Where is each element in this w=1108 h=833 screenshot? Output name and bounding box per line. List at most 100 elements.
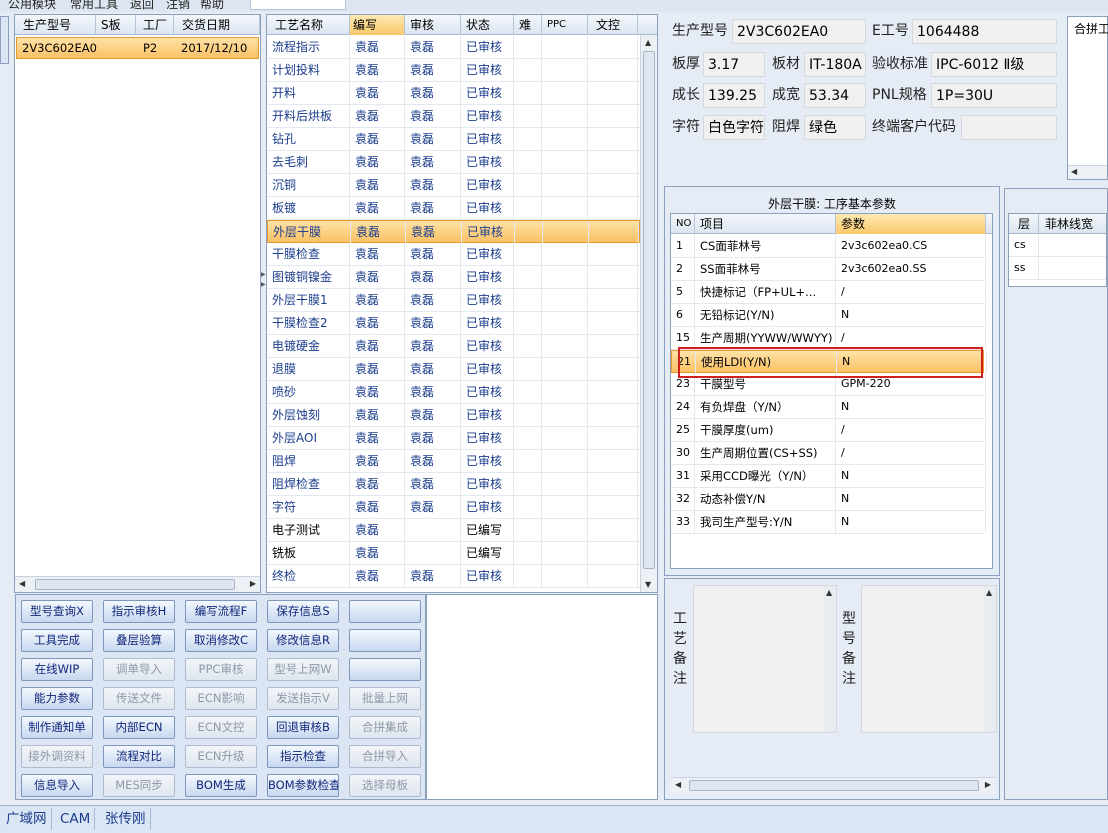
button-6-1[interactable]: MES同步 bbox=[103, 774, 175, 797]
button-0-1[interactable]: 指示审核H bbox=[103, 600, 175, 623]
button-1-1[interactable]: 叠层验算 bbox=[103, 629, 175, 652]
button-5-0[interactable]: 接外调资料 bbox=[21, 745, 93, 768]
table-row[interactable]: 外层AOI 袁磊 袁磊 已审核 bbox=[267, 427, 640, 450]
scroll-left-icon[interactable]: ◀ bbox=[1071, 167, 1077, 176]
col-header-model[interactable]: 生产型号 bbox=[15, 15, 96, 35]
col-header-delivery-date[interactable]: 交货日期 bbox=[174, 15, 260, 35]
button-5-4[interactable]: 合拼导入 bbox=[349, 745, 421, 768]
table-row[interactable]: 2 SS面菲林号 2v3c602ea0.SS bbox=[671, 258, 986, 281]
table-row[interactable]: 铣板 袁磊 已编写 bbox=[267, 542, 640, 565]
table-row[interactable]: 外层干膜1 袁磊 袁磊 已审核 bbox=[267, 289, 640, 312]
menu-item-tools[interactable]: 常用工具 bbox=[70, 0, 118, 12]
table-row[interactable]: 终检 袁磊 袁磊 已审核 bbox=[267, 565, 640, 588]
col-header-difficulty[interactable]: 难 bbox=[514, 15, 542, 35]
col-header-ppc[interactable]: PPC bbox=[542, 15, 588, 35]
col-header-layer[interactable]: 层 bbox=[1009, 214, 1039, 234]
menu-item-common[interactable]: 公用模块 bbox=[8, 0, 56, 12]
process-notes-textarea[interactable]: ▲ bbox=[693, 585, 837, 733]
table-row[interactable]: 24 有负焊盘（Y/N） N bbox=[671, 396, 986, 419]
textarea-vscrollbar[interactable]: ▲ bbox=[984, 586, 996, 732]
side-collapse-tab[interactable] bbox=[0, 16, 9, 64]
button-6-4[interactable]: 选择母板 bbox=[349, 774, 421, 797]
col-header-writer[interactable]: 编写 bbox=[350, 15, 405, 35]
button-3-0[interactable]: 能力参数 bbox=[21, 687, 93, 710]
table-row[interactable]: 图镀铜镍金 袁磊 袁磊 已审核 bbox=[267, 266, 640, 289]
scroll-left-icon[interactable]: ◀ bbox=[675, 780, 681, 789]
table-row[interactable]: 干膜检查 袁磊 袁磊 已审核 bbox=[267, 243, 640, 266]
table-row[interactable]: 流程指示 袁磊 袁磊 已审核 bbox=[267, 36, 640, 59]
button-3-3[interactable]: 发送指示V bbox=[267, 687, 339, 710]
col-header-item[interactable]: 项目 bbox=[695, 214, 836, 234]
button-0-0[interactable]: 型号查询X bbox=[21, 600, 93, 623]
button-4-3[interactable]: 回退审核B bbox=[267, 716, 339, 739]
table-row[interactable]: 阻焊 袁磊 袁磊 已审核 bbox=[267, 450, 640, 473]
table-row[interactable]: ss bbox=[1009, 257, 1106, 280]
scroll-right-icon[interactable]: ▶ bbox=[250, 579, 256, 588]
table-row[interactable]: 开料后烘板 袁磊 袁磊 已审核 bbox=[267, 105, 640, 128]
blank-button[interactable] bbox=[349, 658, 421, 681]
table-row[interactable]: 电镀硬金 袁磊 袁磊 已审核 bbox=[267, 335, 640, 358]
table-row[interactable]: 1 CS面菲林号 2v3c602ea0.CS bbox=[671, 235, 986, 258]
scroll-up-icon[interactable]: ▲ bbox=[826, 588, 832, 597]
scroll-up-icon[interactable]: ▲ bbox=[986, 588, 992, 597]
table-row[interactable]: 31 采用CCD曝光（Y/N） N bbox=[671, 465, 986, 488]
button-5-1[interactable]: 流程对比 bbox=[103, 745, 175, 768]
button-1-3[interactable]: 修改信息R bbox=[267, 629, 339, 652]
button-2-1[interactable]: 调单导入 bbox=[103, 658, 175, 681]
field-length[interactable]: 139.25 bbox=[703, 83, 765, 108]
table-row[interactable]: 33 我司生产型号:Y/N N bbox=[671, 511, 986, 534]
field-material[interactable]: IT-180A bbox=[804, 52, 866, 77]
col-header-s-board[interactable]: S板 bbox=[96, 15, 136, 35]
button-6-3[interactable]: BOM参数检查 bbox=[267, 774, 339, 797]
blank-button[interactable] bbox=[349, 600, 421, 623]
col-header-no[interactable]: NO bbox=[671, 214, 695, 234]
scroll-left-icon[interactable]: ◀ bbox=[19, 579, 25, 588]
button-2-0[interactable]: 在线WIP bbox=[21, 658, 93, 681]
col-header-doc-control[interactable]: 文控 bbox=[588, 15, 638, 35]
table-row[interactable]: 30 生产周期位置(CS+SS) / bbox=[671, 442, 986, 465]
model-list-hscrollbar[interactable]: ◀ ▶ bbox=[15, 576, 260, 592]
table-row[interactable]: 阻焊检查 袁磊 袁磊 已审核 bbox=[267, 473, 640, 496]
scroll-up-icon[interactable]: ▲ bbox=[645, 38, 651, 47]
menu-search-box[interactable] bbox=[250, 0, 346, 10]
table-row[interactable]: 25 干膜厚度(um) / bbox=[671, 419, 986, 442]
table-row[interactable]: 喷砂 袁磊 袁磊 已审核 bbox=[267, 381, 640, 404]
field-model[interactable]: 2V3C602EA0 bbox=[732, 19, 866, 44]
table-row[interactable]: 退膜 袁磊 袁磊 已审核 bbox=[267, 358, 640, 381]
col-header-film-width[interactable]: 菲林线宽 bbox=[1039, 214, 1108, 234]
col-header-process-name[interactable]: 工艺名称 bbox=[267, 15, 350, 35]
table-row[interactable]: 干膜检查2 袁磊 袁磊 已审核 bbox=[267, 312, 640, 335]
table-row[interactable]: cs bbox=[1009, 234, 1106, 257]
field-acceptance-std[interactable]: IPC-6012 Ⅱ级 bbox=[931, 52, 1057, 77]
menu-item-back[interactable]: 返回 bbox=[130, 0, 154, 12]
button-6-2[interactable]: BOM生成 bbox=[185, 774, 257, 797]
table-row[interactable]: 计划投料 袁磊 袁磊 已审核 bbox=[267, 59, 640, 82]
col-header-factory[interactable]: 工厂 bbox=[136, 15, 174, 35]
model-notes-textarea[interactable]: ▲ bbox=[861, 585, 997, 733]
table-row[interactable]: 钻孔 袁磊 袁磊 已审核 bbox=[267, 128, 640, 151]
textarea-vscrollbar[interactable]: ▲ bbox=[824, 586, 836, 732]
button-3-4[interactable]: 批量上网 bbox=[349, 687, 421, 710]
table-row[interactable]: 开料 袁磊 袁磊 已审核 bbox=[267, 82, 640, 105]
field-thickness[interactable]: 3.17 bbox=[703, 52, 765, 77]
button-2-2[interactable]: PPC审核 bbox=[185, 658, 257, 681]
table-row[interactable]: 电子测试 袁磊 已编写 bbox=[267, 519, 640, 542]
button-4-2[interactable]: ECN文控 bbox=[185, 716, 257, 739]
table-row[interactable]: 2V3C602EA0 P2 2017/12/10 bbox=[16, 37, 259, 59]
button-3-2[interactable]: ECN影响 bbox=[185, 687, 257, 710]
button-0-2[interactable]: 编写流程F bbox=[185, 600, 257, 623]
table-row[interactable]: 板镀 袁磊 袁磊 已审核 bbox=[267, 197, 640, 220]
button-0-3[interactable]: 保存信息S bbox=[267, 600, 339, 623]
table-row[interactable]: 外层蚀刻 袁磊 袁磊 已审核 bbox=[267, 404, 640, 427]
button-1-2[interactable]: 取消修改C bbox=[185, 629, 257, 652]
col-header-reviewer[interactable]: 审核 bbox=[405, 15, 461, 35]
button-3-1[interactable]: 传送文件 bbox=[103, 687, 175, 710]
field-e-number[interactable]: 1064488 bbox=[912, 19, 1057, 44]
button-2-3[interactable]: 型号上网W bbox=[267, 658, 339, 681]
field-customer-code[interactable] bbox=[961, 115, 1057, 140]
button-5-3[interactable]: 指示检查 bbox=[267, 745, 339, 768]
field-width[interactable]: 53.34 bbox=[804, 83, 866, 108]
combine-panel-hscrollbar[interactable]: ◀ bbox=[1068, 165, 1107, 179]
menu-item-logout[interactable]: 注销 bbox=[166, 0, 190, 12]
process-table-vscrollbar[interactable]: ▲ ▼ bbox=[640, 35, 657, 592]
